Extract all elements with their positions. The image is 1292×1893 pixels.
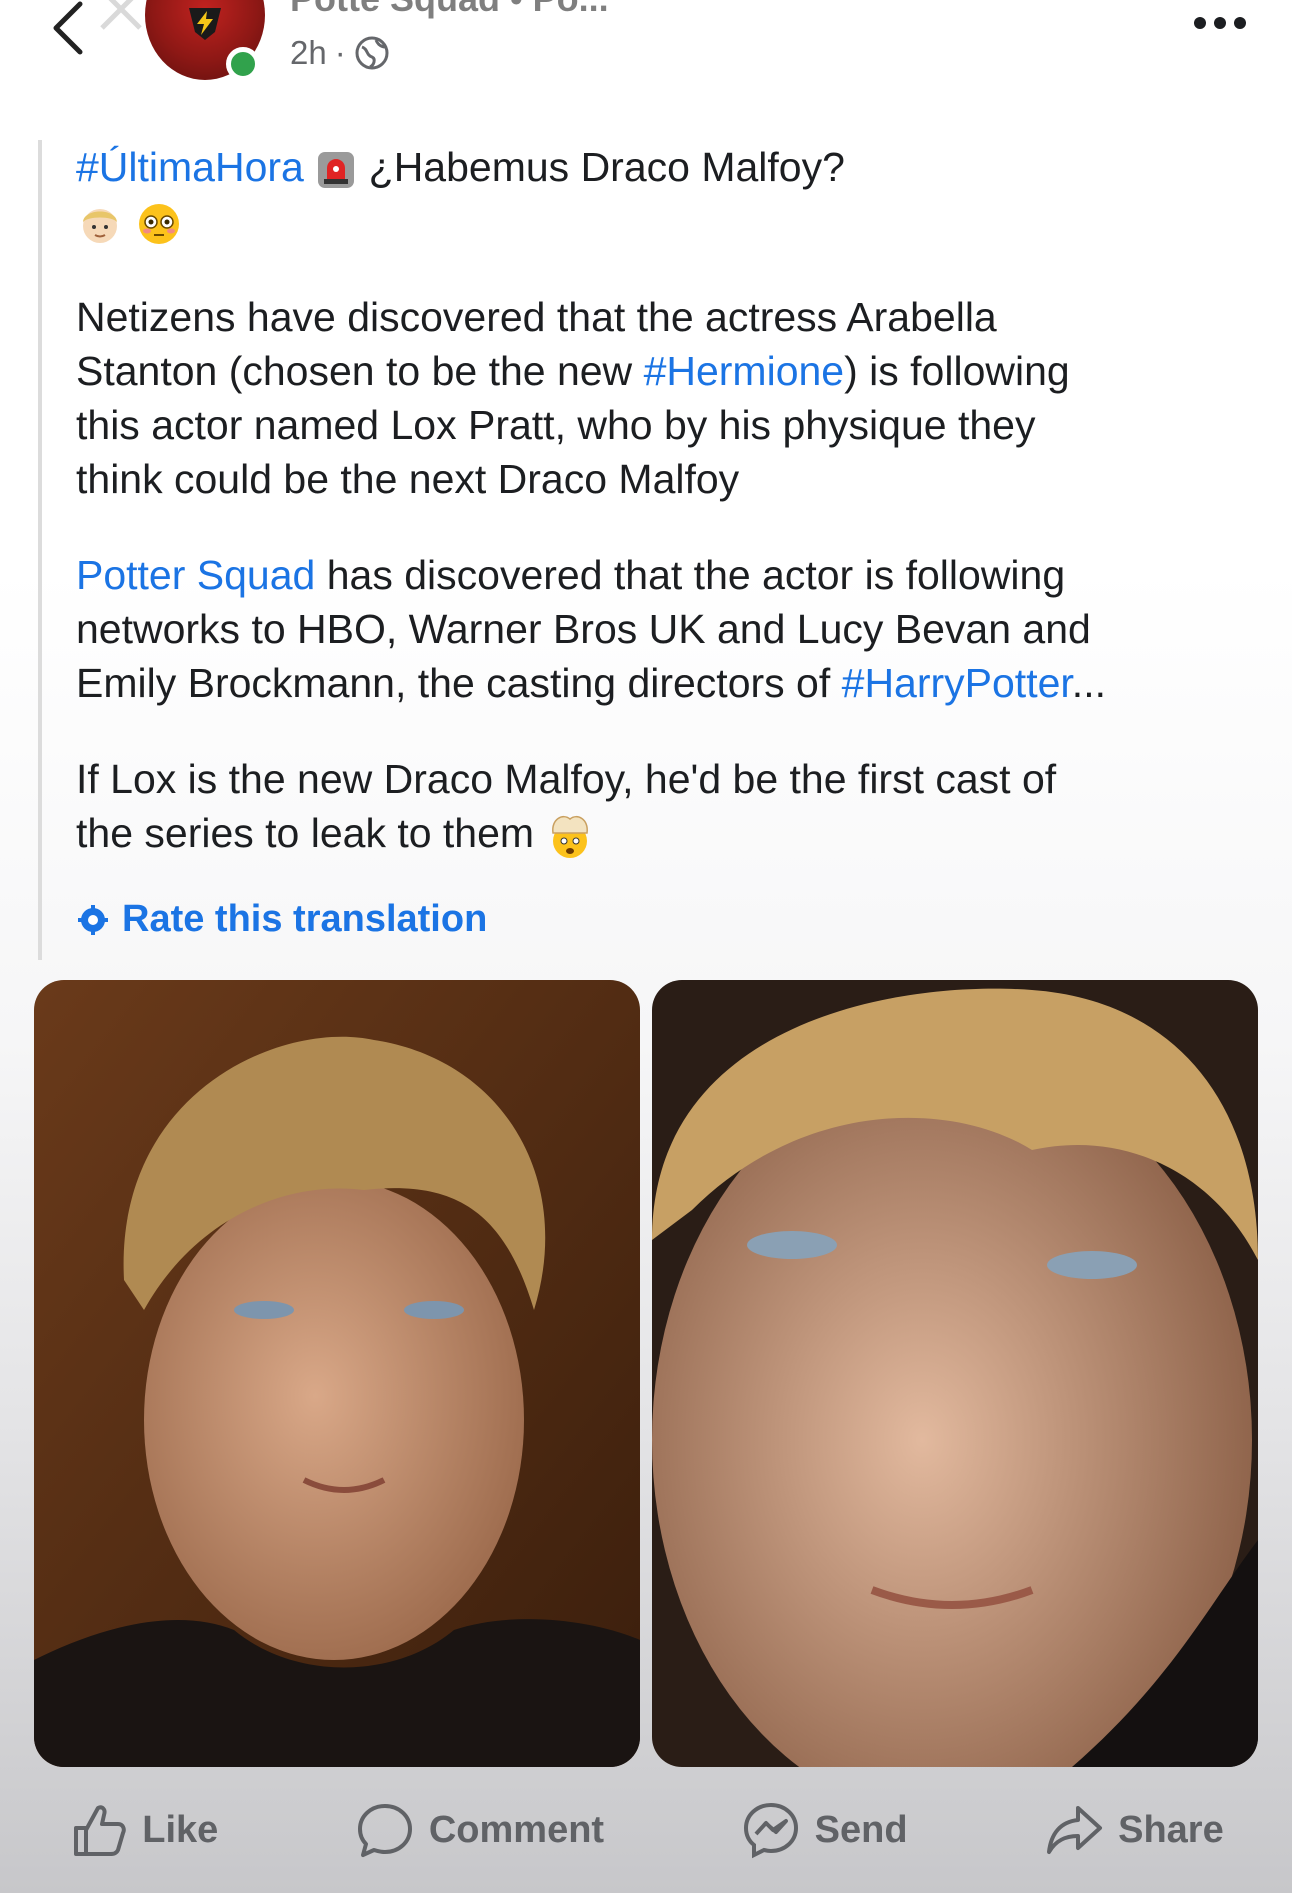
text-line: Stanton (chosen to be the new bbox=[76, 348, 644, 395]
share-label: Share bbox=[1118, 1808, 1224, 1851]
rate-translation-link[interactable]: Rate this translation bbox=[78, 898, 487, 941]
hashtag-ultimahora[interactable]: #ÚltimaHora bbox=[76, 144, 304, 190]
hashtag-hermione[interactable]: #Hermione bbox=[644, 348, 845, 394]
post-header: Potte Squad • Po... 2h · bbox=[0, 0, 1292, 110]
comment-icon bbox=[357, 1804, 412, 1857]
hashtag-harrypotter[interactable]: #HarryPotter bbox=[842, 660, 1072, 706]
paragraph-2: Potter Squad has discovered that the act… bbox=[76, 548, 1268, 710]
post-photo-2[interactable] bbox=[652, 980, 1258, 1767]
post-meta: 2h · bbox=[290, 34, 390, 72]
send-label: Send bbox=[814, 1808, 908, 1851]
share-button[interactable]: Share bbox=[1044, 1800, 1224, 1860]
page-name[interactable]: Potte Squad • Po... bbox=[290, 0, 609, 20]
more-horizontal-icon[interactable] bbox=[1190, 8, 1250, 38]
post-photo-1[interactable] bbox=[34, 980, 640, 1767]
paragraph-1: Netizens have discovered that the actres… bbox=[76, 290, 1268, 506]
like-label: Like bbox=[142, 1808, 219, 1851]
rate-translation-label: Rate this translation bbox=[122, 898, 488, 940]
messenger-icon bbox=[743, 1802, 798, 1859]
portrait-photo bbox=[34, 980, 640, 1767]
paragraph-3: If Lox is the new Draco Malfoy, he'd be … bbox=[76, 752, 1268, 861]
send-button[interactable]: Send bbox=[741, 1800, 908, 1860]
text-line: Netizens have discovered that the actres… bbox=[76, 294, 997, 341]
portrait-photo bbox=[652, 980, 1258, 1767]
post-actions: Like Comment Send Share bbox=[0, 1790, 1292, 1870]
gear-icon bbox=[78, 904, 108, 935]
lightning-shield-icon bbox=[189, 8, 221, 40]
post-body: #ÚltimaHora ¿Habemus Draco Malfoy? Netiz… bbox=[38, 140, 1268, 960]
blond-person-emoji bbox=[83, 209, 117, 244]
siren-emoji bbox=[318, 152, 355, 189]
text-line: the series to leak to them bbox=[76, 810, 535, 857]
meta-separator: · bbox=[334, 34, 346, 71]
see-more-ellipsis[interactable]: ... bbox=[1072, 660, 1106, 706]
headline: #ÚltimaHora ¿Habemus Draco Malfoy? bbox=[76, 140, 1268, 194]
post-photos bbox=[34, 980, 1258, 1767]
headline-text: ¿Habemus Draco Malfoy? bbox=[368, 144, 845, 190]
exploding-head-emoji bbox=[552, 816, 589, 859]
chevron-left-icon[interactable] bbox=[50, 0, 100, 60]
text-line: has discovered that the actor is followi… bbox=[315, 552, 1066, 599]
page-mention-potter-squad[interactable]: Potter Squad bbox=[76, 552, 315, 598]
text-line: If Lox is the new Draco Malfoy, he'd be … bbox=[76, 756, 1057, 803]
text-line: Emily Brockmann, the casting directors o… bbox=[76, 660, 842, 707]
online-status-dot bbox=[226, 47, 260, 81]
comment-button[interactable]: Comment bbox=[355, 1800, 604, 1860]
text-line: think could be the next Draco Malfoy bbox=[76, 456, 740, 503]
post-time: 2h bbox=[290, 34, 327, 71]
headline-emojis bbox=[76, 194, 1268, 248]
text-line: this actor named Lox Pratt, who by his p… bbox=[76, 402, 1036, 449]
flushed-face-emoji bbox=[139, 204, 180, 245]
close-icon[interactable] bbox=[94, 0, 148, 36]
like-button[interactable]: Like bbox=[68, 1800, 218, 1860]
text-line: ) is following bbox=[844, 348, 1070, 395]
text-line: networks to HBO, Warner Bros UK and Lucy… bbox=[76, 606, 1091, 653]
comment-label: Comment bbox=[428, 1808, 605, 1851]
globe-icon bbox=[355, 36, 389, 70]
thumbs-up-icon bbox=[74, 1805, 127, 1856]
share-icon bbox=[1047, 1806, 1103, 1854]
